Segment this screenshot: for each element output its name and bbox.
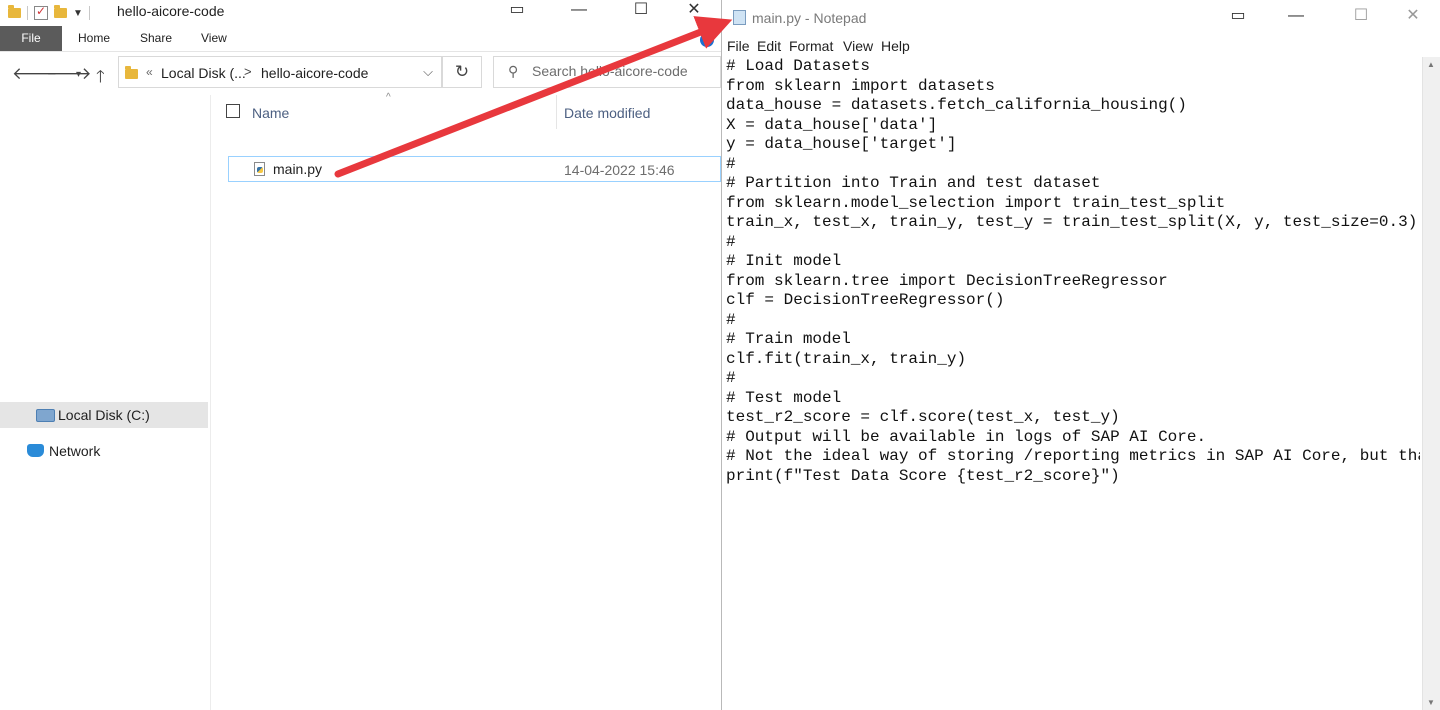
maximize-button[interactable]: ☐	[1338, 6, 1384, 28]
code-line: #	[726, 154, 736, 173]
forward-arrow-icon[interactable]: 🡒	[46, 64, 92, 84]
snap-icon[interactable]: ▭	[494, 0, 540, 22]
breadcrumb-overflow[interactable]: «	[146, 65, 153, 79]
code-line: clf = DecisionTreeRegressor()	[726, 291, 1005, 309]
file-row-main-py[interactable]: main.py 14-04-2022 15:46	[228, 156, 721, 182]
breadcrumb-current[interactable]: hello-aicore-code	[261, 65, 368, 81]
maximize-button[interactable]: ☐	[618, 0, 664, 22]
search-input[interactable]	[532, 63, 712, 79]
toolbar-divider	[27, 6, 28, 20]
column-header-name[interactable]: Name	[252, 105, 289, 121]
properties-icon[interactable]	[34, 4, 48, 20]
menu-file[interactable]: File	[727, 38, 750, 54]
notepad-titlebar: main.py - Notepad ▭ — ☐ ✕	[722, 0, 1440, 36]
menu-help[interactable]: Help	[881, 38, 910, 54]
sort-ascending-icon: ^	[386, 92, 391, 103]
code-line: # Output will be available in logs of SA…	[726, 427, 1207, 446]
breadcrumb-parent[interactable]: Local Disk (...	[161, 65, 246, 81]
scroll-up-icon[interactable]: ▲	[1427, 60, 1435, 69]
nav-item-local-disk[interactable]: Local Disk (C:)	[0, 402, 208, 428]
code-line: # Not the ideal way of storing /reportin…	[726, 447, 1420, 465]
menu-view[interactable]: View	[843, 38, 873, 54]
toolbar-divider	[88, 6, 90, 20]
explorer-titlebar: ▼ hello-aicore-code ▭ — ☐ ✕	[0, 0, 721, 26]
recent-locations-icon[interactable]: ▾	[76, 69, 81, 80]
tab-file[interactable]: File	[0, 26, 62, 51]
notepad-window: main.py - Notepad ▭ — ☐ ✕ File Edit Form…	[721, 0, 1440, 710]
navigation-bar: 🡐 🡒 ▾ 🡑 « Local Disk (... > hello-aicore…	[0, 55, 721, 93]
minimize-button[interactable]: —	[556, 0, 602, 22]
close-button[interactable]: ✕	[1390, 6, 1436, 28]
notepad-icon	[733, 10, 746, 25]
address-bar[interactable]: « Local Disk (... > hello-aicore-code ⌵	[118, 56, 442, 88]
ribbon-tabs: File Home Share View	[0, 26, 721, 52]
menu-bar: File Edit Format View Help	[722, 36, 1440, 56]
up-arrow-icon[interactable]: 🡑	[96, 64, 105, 93]
search-icon: ⚲	[508, 63, 519, 79]
code-line: train_x, test_x, train_y, test_y = train…	[726, 213, 1418, 231]
minimize-button[interactable]: —	[1273, 6, 1319, 28]
scroll-down-icon[interactable]: ▼	[1427, 698, 1435, 707]
code-line: #	[726, 232, 736, 251]
code-line: data_house = datasets.fetch_california_h…	[726, 96, 1187, 114]
file-explorer-window: ▼ hello-aicore-code ▭ — ☐ ✕ File Home Sh…	[0, 0, 721, 710]
tab-share[interactable]: Share	[140, 26, 172, 51]
customize-toolbar-icon[interactable]: ▼	[73, 8, 83, 19]
breadcrumb-chevron-icon[interactable]: >	[244, 64, 252, 79]
code-line: #	[726, 369, 736, 387]
navigation-pane: Local Disk (C:) Network	[0, 95, 211, 710]
close-button[interactable]: ✕	[671, 0, 717, 22]
code-line: print(f"Test Data Score {test_r2_score}"…	[726, 466, 1120, 485]
snap-icon[interactable]: ▭	[1215, 6, 1261, 28]
window-title: main.py - Notepad	[752, 10, 867, 26]
code-line: from sklearn.model_selection import trai…	[726, 193, 1226, 212]
quick-access-toolbar: ▼	[8, 3, 90, 23]
network-icon	[27, 444, 44, 457]
drive-icon	[36, 409, 55, 422]
vertical-scrollbar[interactable]: ▲ ▼	[1422, 57, 1440, 710]
column-header-date-modified[interactable]: Date modified	[564, 105, 650, 121]
code-line: # Train model	[726, 330, 851, 348]
code-line: # Test model	[726, 388, 842, 407]
code-line: # Partition into Train and test dataset	[726, 174, 1101, 192]
tab-home[interactable]: Home	[78, 26, 110, 51]
python-file-icon	[254, 162, 265, 176]
file-list: Name ^ Date modified main.py 14-04-2022 …	[212, 92, 721, 710]
code-line: from sklearn.tree import DecisionTreeReg…	[726, 271, 1168, 290]
column-divider[interactable]	[556, 95, 557, 129]
code-line: test_r2_score = clf.score(test_x, test_y…	[726, 408, 1120, 426]
code-line: # Load Datasets	[726, 57, 871, 75]
chevron-down-icon[interactable]: ⌵	[423, 64, 433, 80]
menu-edit[interactable]: Edit	[757, 38, 781, 54]
code-line: # Init model	[726, 252, 842, 270]
file-date-modified: 14-04-2022 15:46	[564, 162, 675, 178]
folder-icon[interactable]	[8, 5, 21, 18]
select-all-checkbox[interactable]	[226, 104, 240, 118]
window-title: hello-aicore-code	[117, 3, 225, 19]
nav-item-label: Network	[49, 443, 101, 459]
menu-format[interactable]: Format	[789, 38, 833, 54]
code-line: clf.fit(train_x, train_y)	[726, 349, 967, 368]
help-icon[interactable]: ?	[700, 33, 714, 47]
new-folder-icon[interactable]	[54, 5, 67, 18]
text-editor[interactable]: # Load Datasets from sklearn import data…	[726, 57, 1420, 710]
code-line: X = data_house['data']	[726, 115, 938, 134]
search-box[interactable]: ⚲	[493, 56, 721, 88]
code-line: #	[726, 310, 736, 329]
refresh-button[interactable]: ↻	[442, 56, 482, 88]
code-line: y = data_house['target']	[726, 135, 957, 153]
folder-icon	[125, 66, 138, 79]
code-line: from sklearn import datasets	[726, 76, 995, 95]
tab-view[interactable]: View	[201, 26, 227, 51]
nav-item-label: Local Disk (C:)	[58, 407, 150, 423]
nav-item-network[interactable]: Network	[0, 438, 208, 464]
file-name[interactable]: main.py	[273, 161, 322, 177]
